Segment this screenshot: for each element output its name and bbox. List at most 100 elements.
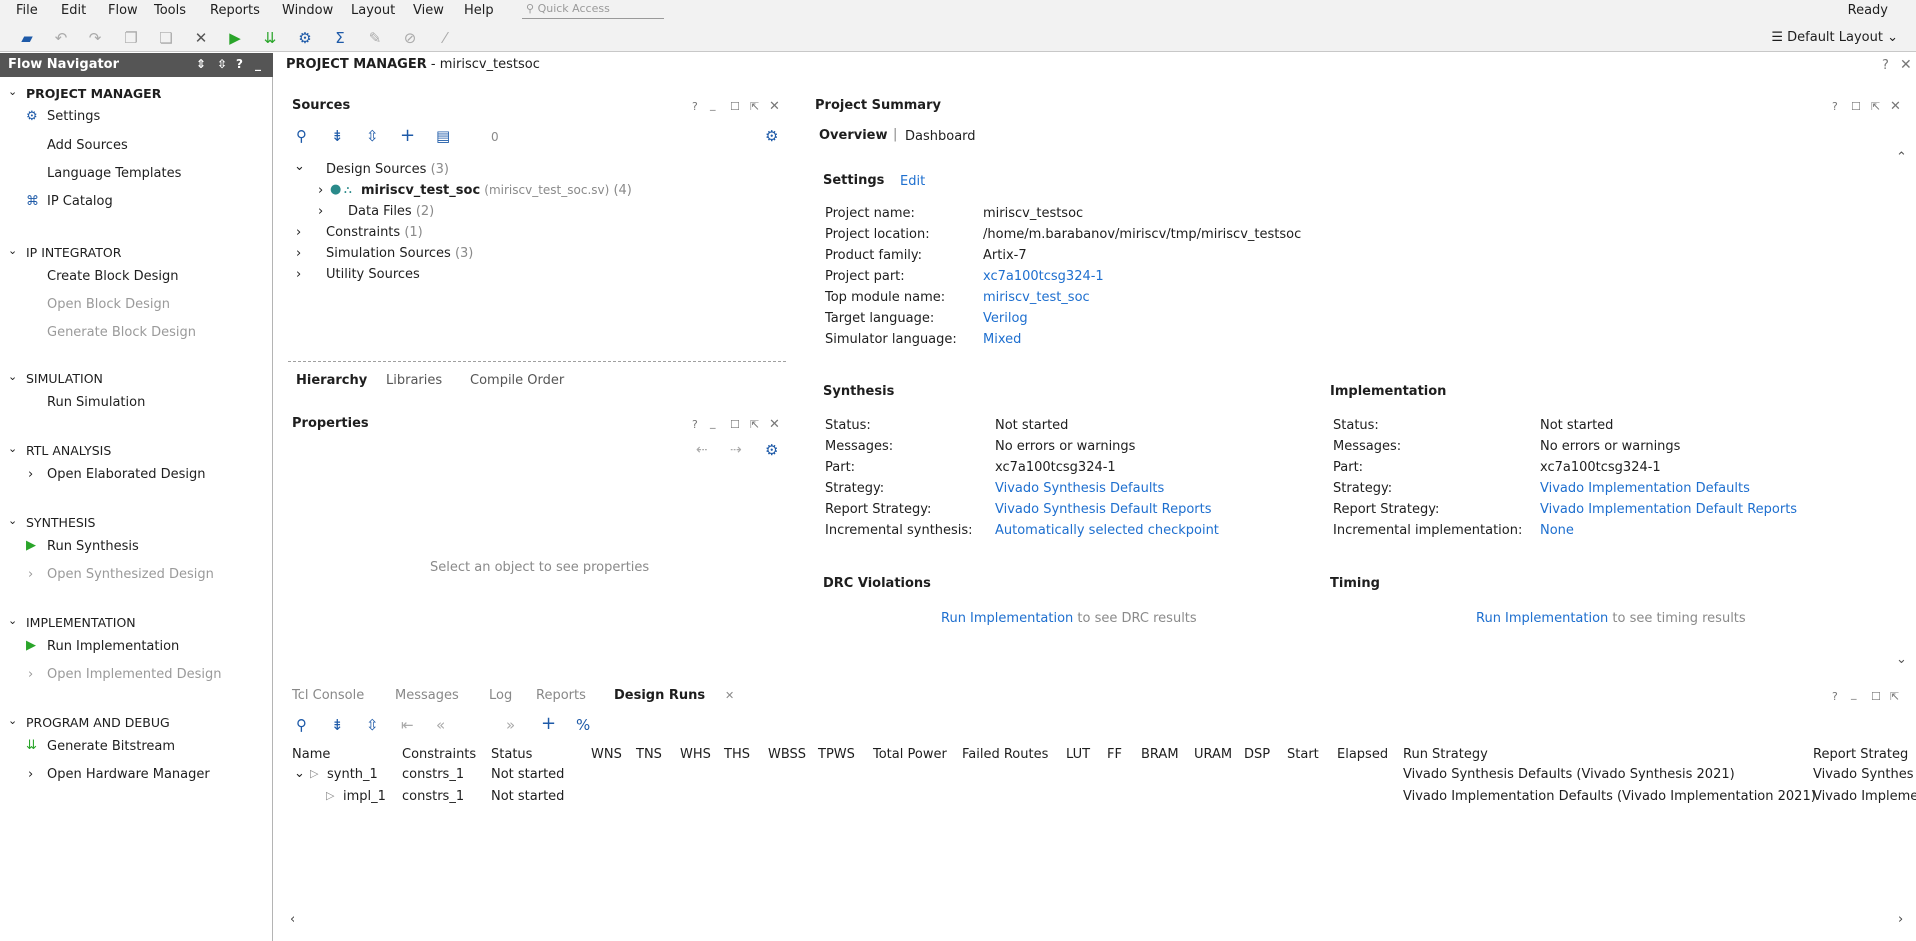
- settings-gear-icon[interactable]: ⚙: [296, 29, 314, 47]
- tab-log[interactable]: Log: [489, 688, 512, 703]
- add-icon[interactable]: +: [541, 713, 556, 734]
- chevron-right-icon[interactable]: ›: [318, 183, 323, 198]
- chevron-right-icon[interactable]: ›: [28, 567, 33, 582]
- layout-selector[interactable]: ☰ Default Layout ⌄: [1771, 30, 1898, 45]
- menu-window[interactable]: Window: [282, 3, 333, 18]
- column-header[interactable]: THS: [724, 747, 750, 762]
- help-icon[interactable]: ?: [692, 418, 698, 431]
- settings-value-link[interactable]: Verilog: [983, 311, 1028, 326]
- column-header[interactable]: Status: [491, 747, 532, 762]
- probe-icon[interactable]: ⊘: [401, 29, 419, 47]
- close-icon[interactable]: ✕: [1900, 57, 1912, 73]
- chevron-down-icon[interactable]: ⌄: [8, 714, 17, 727]
- implementation-value-link[interactable]: Vivado Implementation Defaults: [1540, 481, 1750, 496]
- chevron-down-icon[interactable]: ⌄: [8, 370, 17, 383]
- nav-create-block-design[interactable]: Create Block Design: [47, 269, 179, 284]
- chevron-down-icon[interactable]: ⌄: [294, 159, 305, 174]
- column-header[interactable]: WNS: [591, 747, 622, 762]
- chevron-up-icon[interactable]: ⌃: [1896, 150, 1907, 165]
- column-header[interactable]: Name: [292, 747, 330, 762]
- menu-tools[interactable]: Tools: [154, 3, 186, 18]
- back-arrow-icon[interactable]: ⇠: [696, 442, 708, 458]
- chevron-down-icon[interactable]: ⌄: [8, 85, 17, 98]
- column-header[interactable]: WHS: [680, 747, 711, 762]
- chevron-down-icon[interactable]: ⌄: [8, 442, 17, 455]
- search-icon[interactable]: ⚲: [296, 127, 307, 145]
- chevron-down-icon[interactable]: ⌄: [1896, 652, 1907, 667]
- menu-help[interactable]: Help: [464, 3, 494, 18]
- column-header[interactable]: Total Power: [873, 747, 947, 762]
- chevron-right-icon[interactable]: ›: [28, 467, 33, 482]
- float-icon[interactable]: ⇱: [1871, 100, 1880, 113]
- copy-icon[interactable]: ❐: [122, 29, 140, 47]
- undo-icon[interactable]: ↶: [52, 29, 70, 47]
- menu-layout[interactable]: Layout: [351, 3, 395, 18]
- section-implementation[interactable]: IMPLEMENTATION: [26, 615, 136, 630]
- tree-data-files[interactable]: Data Files (2): [348, 204, 434, 219]
- scroll-right-icon[interactable]: ›: [1898, 912, 1903, 927]
- nav-run-synthesis[interactable]: Run Synthesis: [47, 539, 139, 554]
- nav-open-hardware-manager[interactable]: Open Hardware Manager: [47, 767, 210, 782]
- close-icon[interactable]: ✕: [769, 99, 780, 114]
- menu-flow[interactable]: Flow: [108, 3, 138, 18]
- tab-messages[interactable]: Messages: [395, 688, 459, 703]
- collapse-all-icon[interactable]: ⇟: [331, 127, 344, 145]
- column-header[interactable]: Constraints: [402, 747, 476, 762]
- settings-edit-link[interactable]: Edit: [900, 174, 925, 189]
- nav-generate-bitstream[interactable]: Generate Bitstream: [47, 739, 175, 754]
- add-icon[interactable]: +: [400, 125, 415, 146]
- chevron-right-icon[interactable]: ›: [28, 667, 33, 682]
- debug-icon[interactable]: ✎: [366, 29, 384, 47]
- chevron-down-icon[interactable]: ⌄: [294, 766, 305, 781]
- menu-file[interactable]: File: [16, 3, 38, 18]
- tab-overview[interactable]: Overview: [819, 128, 888, 143]
- float-icon[interactable]: ⇱: [750, 418, 759, 431]
- chevron-down-icon[interactable]: ⌄: [8, 514, 17, 527]
- column-header[interactable]: URAM: [1194, 747, 1232, 762]
- menu-reports[interactable]: Reports: [210, 3, 260, 18]
- nav-language-templates[interactable]: Language Templates: [47, 166, 181, 181]
- float-icon[interactable]: ⇱: [1890, 690, 1899, 703]
- nav-open-synthesized-design[interactable]: Open Synthesized Design: [47, 567, 214, 582]
- previous-icon[interactable]: «: [436, 716, 445, 734]
- file-icon[interactable]: ▤: [436, 127, 450, 145]
- tree-utility-sources[interactable]: Utility Sources: [326, 267, 420, 282]
- implementation-value-link[interactable]: None: [1540, 523, 1574, 538]
- column-header[interactable]: WBSS: [768, 747, 806, 762]
- first-icon[interactable]: ⇤: [401, 716, 414, 734]
- column-header[interactable]: Run Strategy: [1403, 747, 1488, 762]
- close-icon[interactable]: ✕: [725, 689, 734, 702]
- tab-tcl-console[interactable]: Tcl Console: [292, 688, 364, 703]
- help-icon[interactable]: ?: [1832, 100, 1838, 113]
- help-icon[interactable]: ?: [692, 100, 698, 113]
- help-icon[interactable]: ?: [236, 57, 243, 71]
- open-project-icon[interactable]: ▰: [18, 29, 36, 47]
- help-icon[interactable]: ?: [1882, 58, 1889, 73]
- settings-value-link[interactable]: Mixed: [983, 332, 1021, 347]
- forward-arrow-icon[interactable]: ⇢: [730, 442, 742, 458]
- synthesis-value-link[interactable]: Vivado Synthesis Default Reports: [995, 502, 1212, 517]
- menu-edit[interactable]: Edit: [61, 3, 86, 18]
- column-header[interactable]: FF: [1107, 747, 1122, 762]
- chevron-down-icon[interactable]: ⌄: [8, 614, 17, 627]
- run-icon[interactable]: ▶: [226, 29, 244, 47]
- synthesis-value-link[interactable]: Automatically selected checkpoint: [995, 523, 1219, 538]
- section-ip-integrator[interactable]: IP INTEGRATOR: [26, 245, 121, 260]
- next-icon[interactable]: »: [506, 716, 515, 734]
- float-icon[interactable]: ⇱: [750, 100, 759, 113]
- nav-open-elaborated-design[interactable]: Open Elaborated Design: [47, 467, 206, 482]
- column-header[interactable]: BRAM: [1141, 747, 1179, 762]
- tab-design-runs[interactable]: Design Runs: [614, 688, 705, 703]
- section-rtl-analysis[interactable]: RTL ANALYSIS: [26, 443, 111, 458]
- tree-simulation-sources[interactable]: Simulation Sources (3): [326, 246, 473, 261]
- maximize-icon[interactable]: ☐: [1871, 690, 1881, 703]
- column-header[interactable]: TPWS: [818, 747, 855, 762]
- section-synthesis[interactable]: SYNTHESIS: [26, 515, 95, 530]
- tree-top-module[interactable]: miriscv_test_soc (miriscv_test_soc.sv) (…: [361, 183, 632, 198]
- minimize-icon[interactable]: _: [710, 416, 716, 429]
- tab-reports[interactable]: Reports: [536, 688, 586, 703]
- collapse-all-icon[interactable]: ⇕: [196, 57, 206, 71]
- implementation-value-link[interactable]: Vivado Implementation Default Reports: [1540, 502, 1797, 517]
- delete-icon[interactable]: ✕: [192, 29, 210, 47]
- chevron-right-icon[interactable]: ›: [28, 767, 33, 782]
